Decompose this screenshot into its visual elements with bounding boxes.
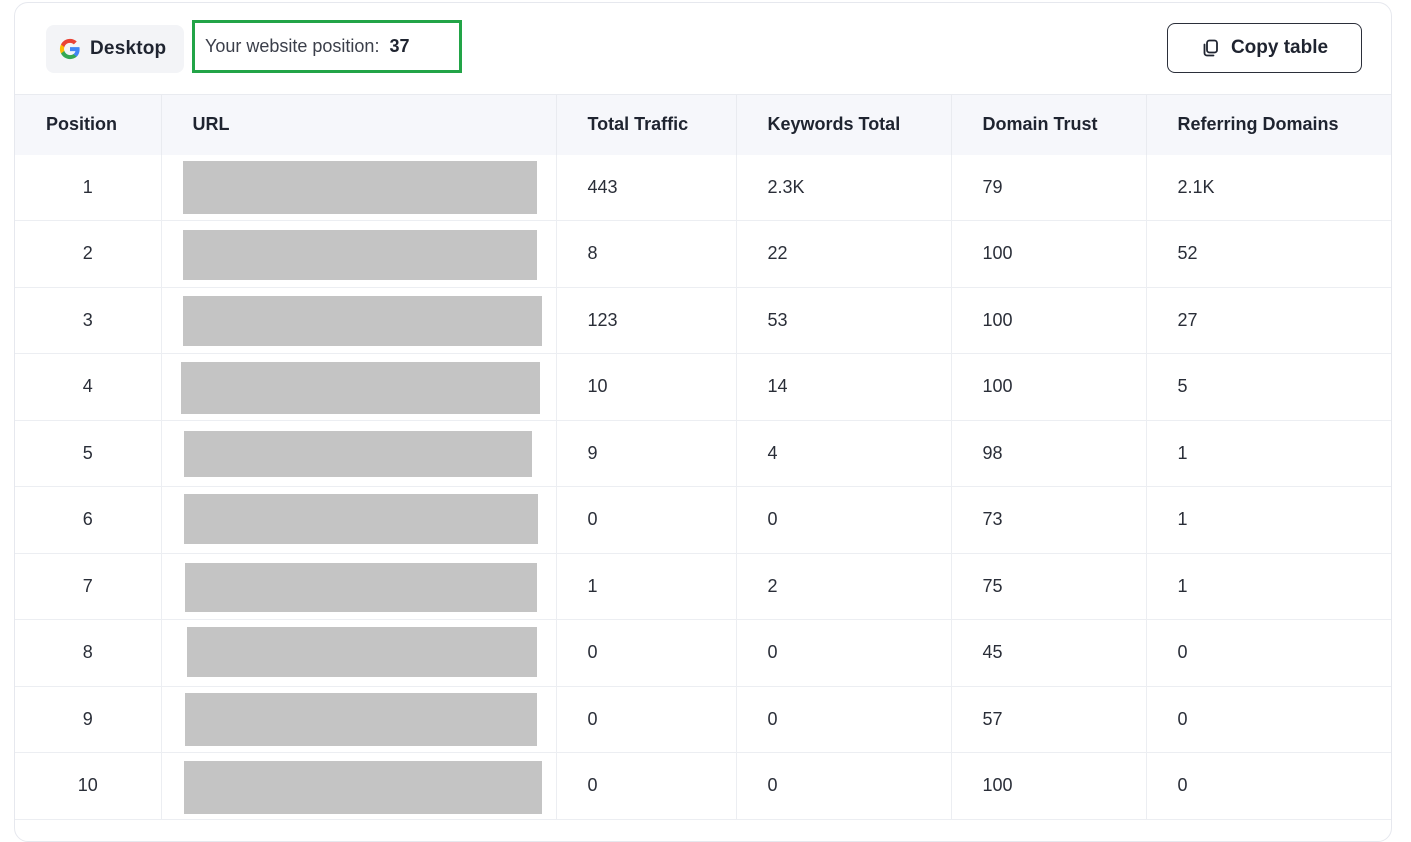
keywords-total-cell: 0 (736, 752, 952, 820)
website-position-box: Your website position: 37 (192, 20, 462, 73)
domain-trust-cell: 98 (951, 420, 1147, 487)
table-row: 5 9 4 98 1 (15, 420, 1391, 487)
device-selector[interactable]: Desktop (46, 25, 184, 73)
referring-domains-cell: 1 (1146, 420, 1391, 487)
total-traffic-cell: 0 (556, 619, 737, 687)
keywords-total-cell: 2.3K (736, 154, 952, 221)
table-row: 4 10 14 100 5 (15, 353, 1391, 421)
column-header-url[interactable]: URL (161, 94, 557, 155)
referring-domains-cell: 27 (1146, 287, 1391, 354)
position-cell: 9 (15, 686, 162, 753)
website-position-value: 37 (389, 36, 410, 56)
position-cell: 10 (15, 752, 162, 820)
position-cell: 8 (15, 619, 162, 687)
table-row: 10 0 0 100 0 (15, 752, 1391, 820)
redacted-url (186, 627, 537, 677)
total-traffic-cell: 0 (556, 486, 737, 554)
keywords-total-cell: 14 (736, 353, 952, 421)
table-row: 8 0 0 45 0 (15, 619, 1391, 687)
keywords-total-cell: 4 (736, 420, 952, 487)
table-row: 6 0 0 73 1 (15, 486, 1391, 554)
url-cell[interactable] (161, 686, 557, 753)
total-traffic-cell: 123 (556, 287, 737, 354)
url-cell[interactable] (161, 154, 557, 221)
column-header-position[interactable]: Position (15, 94, 162, 155)
referring-domains-cell: 1 (1146, 553, 1391, 620)
total-traffic-cell: 9 (556, 420, 737, 487)
position-cell: 5 (15, 420, 162, 487)
domain-trust-cell: 100 (951, 353, 1147, 421)
copy-table-label: Copy table (1230, 37, 1329, 58)
url-cell[interactable] (161, 486, 557, 554)
position-cell: 1 (15, 154, 162, 221)
copy-icon (1203, 39, 1218, 57)
google-icon (59, 38, 80, 60)
column-header-keywords-total[interactable]: Keywords Total (736, 94, 952, 155)
url-cell[interactable] (161, 752, 557, 820)
keywords-total-cell: 22 (736, 220, 952, 288)
keywords-total-cell: 0 (736, 686, 952, 753)
redacted-url (183, 494, 538, 544)
redacted-url (182, 295, 542, 346)
url-cell[interactable] (161, 287, 557, 354)
referring-domains-cell: 5 (1146, 353, 1391, 421)
total-traffic-cell: 10 (556, 353, 737, 421)
total-traffic-cell: 443 (556, 154, 737, 221)
column-header-referring-domains[interactable]: Referring Domains (1146, 94, 1391, 155)
total-traffic-cell: 1 (556, 553, 737, 620)
redacted-url (182, 230, 537, 280)
domain-trust-cell: 73 (951, 486, 1147, 554)
domain-trust-cell: 75 (951, 553, 1147, 620)
total-traffic-cell: 8 (556, 220, 737, 288)
referring-domains-cell: 0 (1146, 619, 1391, 687)
keywords-total-cell: 2 (736, 553, 952, 620)
table-header-row: Position URL Total Traffic Keywords Tota… (15, 94, 1391, 155)
domain-trust-cell: 100 (951, 220, 1147, 288)
redacted-url (182, 160, 537, 214)
serp-table: Position URL Total Traffic Keywords Tota… (15, 94, 1391, 820)
domain-trust-cell: 100 (951, 752, 1147, 820)
table-row: 7 1 2 75 1 (15, 553, 1391, 620)
total-traffic-cell: 0 (556, 752, 737, 820)
redacted-url (184, 692, 537, 746)
position-cell: 7 (15, 553, 162, 620)
referring-domains-cell: 52 (1146, 220, 1391, 288)
position-cell: 3 (15, 287, 162, 354)
url-cell[interactable] (161, 353, 557, 421)
redacted-url (183, 761, 542, 814)
url-cell[interactable] (161, 553, 557, 620)
url-cell[interactable] (161, 220, 557, 288)
referring-domains-cell: 1 (1146, 486, 1391, 554)
referring-domains-cell: 0 (1146, 752, 1391, 820)
url-cell[interactable] (161, 420, 557, 487)
position-cell: 4 (15, 353, 162, 421)
table-row: 9 0 0 57 0 (15, 686, 1391, 753)
url-cell[interactable] (161, 619, 557, 687)
domain-trust-cell: 45 (951, 619, 1147, 687)
table-row: 3 123 53 100 27 (15, 287, 1391, 354)
column-header-total-traffic[interactable]: Total Traffic (556, 94, 737, 155)
copy-table-button[interactable]: Copy table (1167, 23, 1362, 73)
domain-trust-cell: 100 (951, 287, 1147, 354)
redacted-url (184, 562, 537, 612)
total-traffic-cell: 0 (556, 686, 737, 753)
redacted-url (180, 362, 540, 414)
keywords-total-cell: 53 (736, 287, 952, 354)
column-header-domain-trust[interactable]: Domain Trust (951, 94, 1147, 155)
website-position-label: Your website position: (205, 36, 380, 56)
domain-trust-cell: 79 (951, 154, 1147, 221)
table-row: 2 8 22 100 52 (15, 220, 1391, 288)
serp-results-card: Desktop Your website position: 37 Copy t… (14, 2, 1392, 842)
referring-domains-cell: 0 (1146, 686, 1391, 753)
redacted-url (183, 430, 532, 477)
domain-trust-cell: 57 (951, 686, 1147, 753)
device-label: Desktop (90, 38, 167, 59)
table-row: 1 443 2.3K 79 2.1K (15, 154, 1391, 221)
position-cell: 2 (15, 220, 162, 288)
keywords-total-cell: 0 (736, 486, 952, 554)
position-cell: 6 (15, 486, 162, 554)
referring-domains-cell: 2.1K (1146, 154, 1391, 221)
toolbar: Desktop Your website position: 37 Copy t… (15, 3, 1391, 94)
keywords-total-cell: 0 (736, 619, 952, 687)
